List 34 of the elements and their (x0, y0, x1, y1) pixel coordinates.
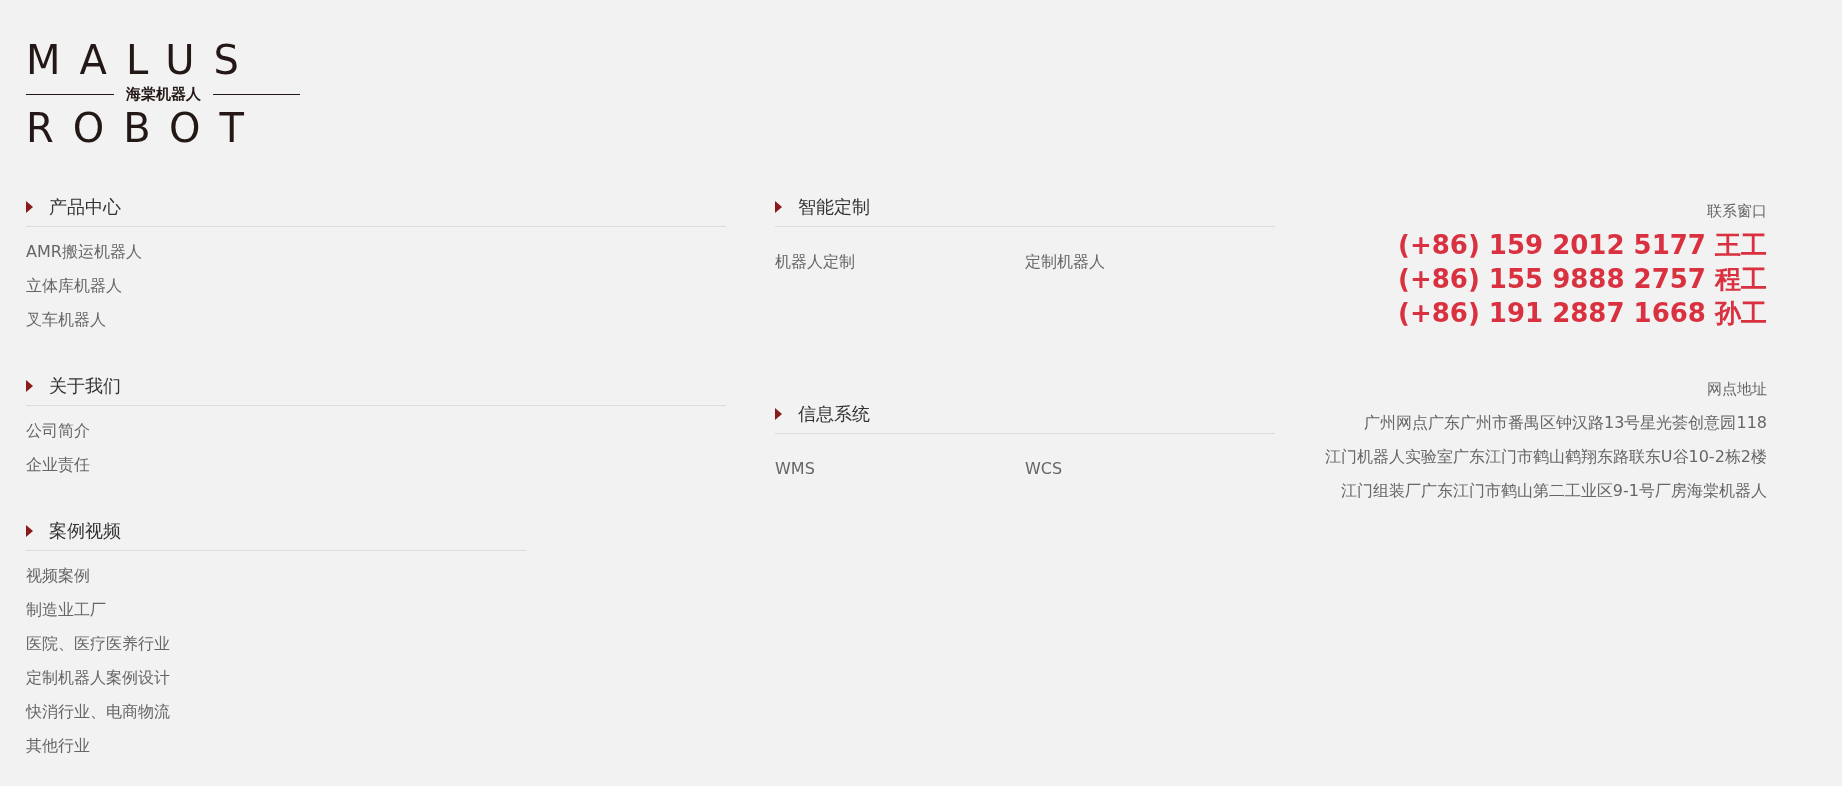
footer-link[interactable]: 企业责任 (26, 448, 90, 482)
footer-link[interactable]: 快消行业、电商物流 (26, 695, 170, 729)
footer-link[interactable]: AMR搬运机器人 (26, 235, 142, 269)
footer-link[interactable]: 机器人定制 (775, 245, 1025, 279)
phone-number: (+86) 155 9888 2757 程工 (1398, 263, 1767, 296)
phone-number: (+86) 191 2887 1668 孙工 (1398, 297, 1767, 330)
triangle-icon (26, 201, 33, 213)
footer-link[interactable]: 立体库机器人 (26, 269, 122, 303)
address-heading: 网点地址 (1707, 379, 1767, 400)
section-heading: 信息系统 (798, 402, 870, 426)
address-line: 广州网点广东广州市番禺区钟汉路13号星光荟创意园118 (1364, 412, 1767, 434)
section-heading: 案例视频 (49, 519, 121, 543)
footer-link[interactable]: WCS (1025, 452, 1275, 486)
section-heading: 智能定制 (798, 195, 870, 219)
footer-link[interactable]: 叉车机器人 (26, 303, 106, 337)
footer-link[interactable]: 其他行业 (26, 729, 90, 763)
footer-link[interactable]: WMS (775, 452, 1025, 486)
logo[interactable]: MALUS 海棠机器人 ROBOT (26, 40, 300, 148)
phone-number: (+86) 159 2012 5177 王工 (1398, 229, 1767, 262)
footer-link[interactable]: 医院、医疗医养行业 (26, 627, 170, 661)
triangle-icon (26, 380, 33, 392)
footer-link[interactable]: 制造业工厂 (26, 593, 106, 627)
address-line: 江门机器人实验室广东江门市鹤山鹤翔东路联东U谷10-2栋2楼 (1324, 446, 1767, 468)
footer-link[interactable]: 定制机器人案例设计 (26, 661, 170, 695)
section-heading: 关于我们 (49, 374, 121, 398)
triangle-icon (775, 408, 782, 420)
triangle-icon (775, 201, 782, 213)
triangle-icon (26, 525, 33, 537)
footer-link[interactable]: 视频案例 (26, 559, 90, 593)
footer-link[interactable]: 定制机器人 (1025, 245, 1275, 279)
footer-link[interactable]: 公司简介 (26, 414, 90, 448)
address-line: 江门组装厂广东江门市鹤山第二工业区9-1号厂房海棠机器人 (1340, 480, 1767, 502)
contact-heading: 联系窗口 (1707, 201, 1767, 222)
section-heading: 产品中心 (49, 195, 121, 219)
